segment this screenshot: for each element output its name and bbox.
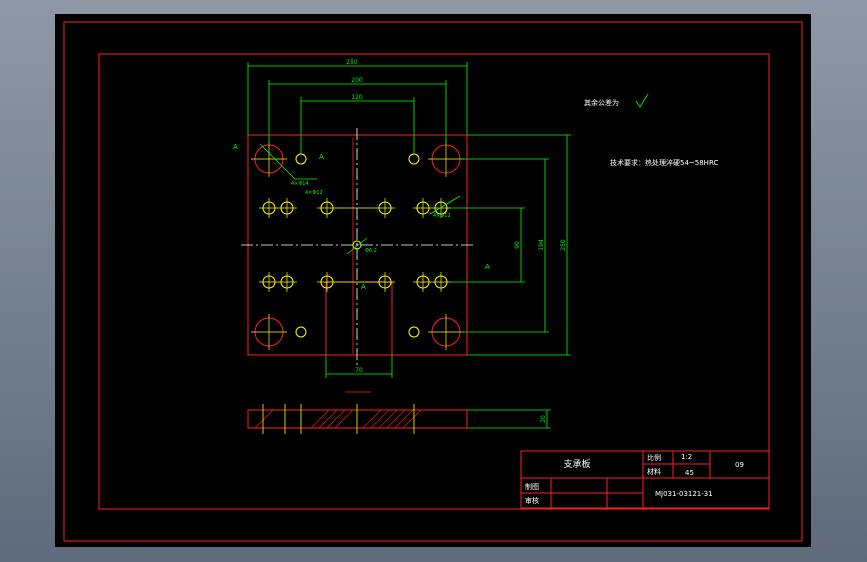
section-mark-left: A [233,143,238,151]
scale-label: 比例 [647,453,661,462]
cad-viewport[interactable]: 250 200 120 250 194 90 70 20 4×Φ14 4×Φ12… [55,14,811,547]
section-view [247,391,468,434]
drawing-number: MJ031-03121-31 [655,490,713,498]
material-label: 材料 [647,467,661,476]
drawn-label: 制图 [525,482,539,491]
dim-overall-width: 250 [346,59,358,66]
section-mark-center-bottom: A [361,283,366,291]
dim-inner-vertical: 90 [514,241,521,249]
sheet-number: 09 [735,461,744,469]
dim-slot-width: 70 [355,367,363,374]
plate-plan-view [241,128,475,366]
material-value: 45 [685,469,694,477]
dim-inner-pitch: 120 [351,94,363,101]
roughness-note: 其余公差为 [584,98,619,107]
roughness-symbol [635,93,649,108]
callout-medium-hole: 4×Φ12 [305,190,323,196]
callout-counterbore: 4×Φ12 [433,213,451,219]
outer-border [63,21,803,542]
dim-overall-height: 250 [560,239,567,251]
part-name: 支承板 [563,458,590,470]
dim-outer-vertical: 194 [538,239,545,251]
center-slot [325,281,393,356]
section-mark-center-top: A [319,153,324,161]
checked-label: 审核 [525,496,539,505]
inner-border [98,53,770,510]
technical-drawing: 250 200 120 250 194 90 70 20 4×Φ14 4×Φ12… [63,21,803,542]
dim-outer-pitch: 200 [351,77,363,84]
callout-large-hole: 4×Φ14 [291,181,309,187]
callout-center: Φ6.2 [365,248,377,254]
title-block [520,450,770,509]
scale-value: 1:2 [681,453,692,461]
dim-thickness: 20 [540,415,547,423]
technical-requirements: 技术要求：热处理淬硬54~58HRC [610,158,718,167]
section-mark-right: A [485,263,490,271]
